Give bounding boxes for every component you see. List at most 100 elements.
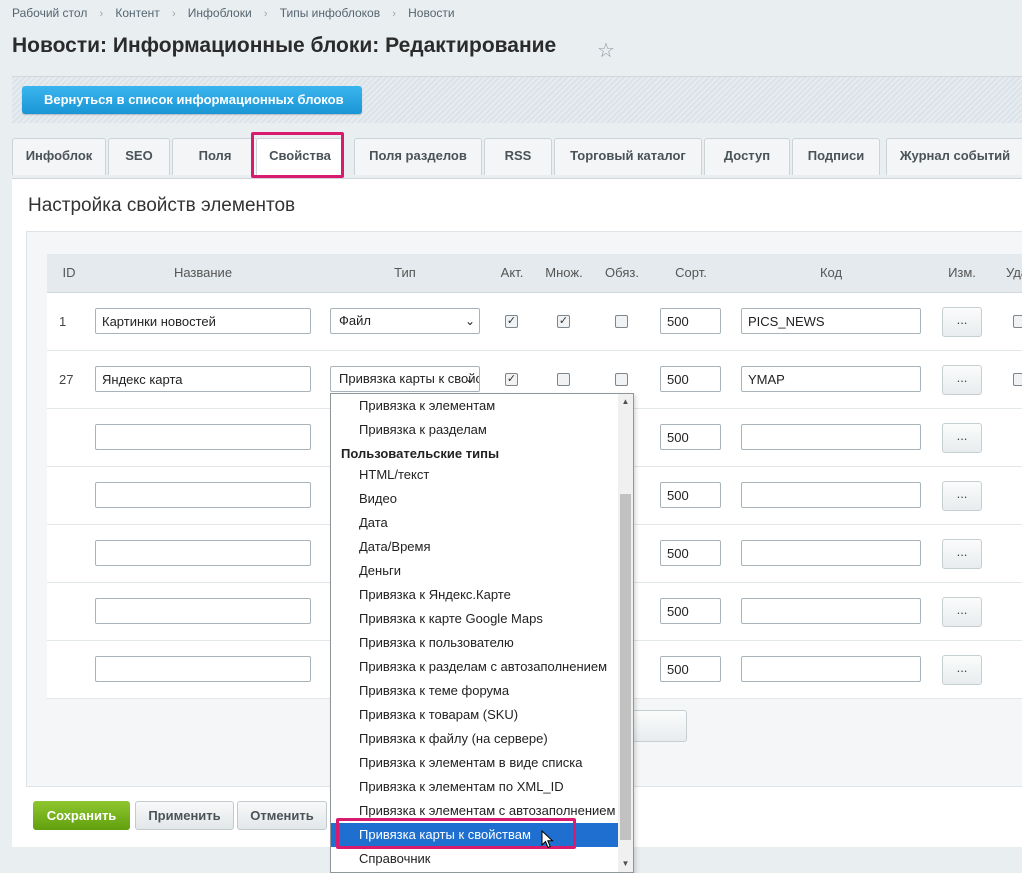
- property-name-input[interactable]: [95, 540, 311, 566]
- dropdown-option[interactable]: Привязка к элементам в виде списка: [331, 751, 619, 775]
- tab-infoblock[interactable]: Инфоблок: [12, 138, 106, 175]
- save-button[interactable]: Сохранить: [33, 801, 130, 830]
- table-header: ID Название Тип Акт. Множ. Обяз. Сорт. К…: [47, 254, 1022, 293]
- dropdown-option[interactable]: HTML/текст: [331, 463, 619, 487]
- sort-input[interactable]: 500: [660, 424, 721, 450]
- column-header: Обяз.: [605, 265, 639, 280]
- code-input[interactable]: [741, 540, 921, 566]
- active-checkbox[interactable]: ✓: [505, 373, 518, 386]
- property-name-input[interactable]: [95, 656, 311, 682]
- apply-button[interactable]: Применить: [135, 801, 234, 830]
- dropdown-option[interactable]: Привязка к карте Google Maps: [331, 607, 619, 631]
- edit-property-button[interactable]: ...: [942, 539, 982, 569]
- property-name-input[interactable]: [95, 482, 311, 508]
- edit-property-button[interactable]: ...: [942, 307, 982, 337]
- tab-properties[interactable]: Свойства: [256, 138, 344, 177]
- sort-input[interactable]: 500: [660, 598, 721, 624]
- type-dropdown-list[interactable]: Привязка к элементам Привязка к разделам…: [330, 393, 634, 873]
- column-header: Тип: [394, 265, 416, 280]
- tab-section-fields[interactable]: Поля разделов: [354, 138, 482, 175]
- dropdown-option[interactable]: Привязка к разделам: [331, 418, 619, 442]
- dropdown-option[interactable]: Привязка к теме форума: [331, 679, 619, 703]
- scrollbar-thumb[interactable]: [620, 494, 631, 840]
- tab-rss[interactable]: RSS: [484, 138, 552, 175]
- code-input[interactable]: YMAP: [741, 366, 921, 392]
- breadcrumb-item[interactable]: Типы инфоблоков: [280, 6, 380, 20]
- tab-trade-catalog[interactable]: Торговый каталог: [554, 138, 702, 175]
- code-input[interactable]: PICS_NEWS: [741, 308, 921, 334]
- multiple-checkbox[interactable]: [557, 373, 570, 386]
- tab-captions[interactable]: Подписи: [792, 138, 880, 175]
- required-checkbox[interactable]: [615, 373, 628, 386]
- breadcrumb-item[interactable]: Контент: [115, 6, 159, 20]
- star-icon[interactable]: ☆: [597, 38, 615, 63]
- column-header: Уда: [1005, 265, 1022, 280]
- toolbar: Вернуться в список информационных блоков: [12, 76, 1022, 123]
- breadcrumb-separator-icon: ›: [99, 8, 104, 20]
- chevron-down-icon: ⌄: [464, 372, 475, 386]
- page-title: Новости: Информационные блоки: Редактиро…: [12, 34, 557, 57]
- code-input[interactable]: [741, 656, 921, 682]
- code-input[interactable]: [741, 482, 921, 508]
- property-name-input[interactable]: Яндекс карта: [95, 366, 311, 392]
- tab-fields[interactable]: Поля: [172, 138, 258, 175]
- edit-property-button[interactable]: ...: [942, 481, 982, 511]
- cancel-button[interactable]: Отменить: [237, 801, 327, 830]
- breadcrumb-item[interactable]: Рабочий стол: [12, 6, 87, 20]
- required-checkbox[interactable]: [615, 315, 628, 328]
- dropdown-option[interactable]: Привязка к файлу (на сервере): [331, 727, 619, 751]
- edit-property-button[interactable]: ...: [942, 597, 982, 627]
- column-header: Акт.: [500, 265, 524, 280]
- edit-property-button[interactable]: ...: [942, 423, 982, 453]
- mouse-cursor-icon: [541, 830, 554, 849]
- column-header: Изм.: [948, 265, 976, 280]
- delete-checkbox[interactable]: [1013, 373, 1022, 386]
- tab-event-log[interactable]: Журнал событий: [886, 138, 1022, 175]
- property-id: 27: [59, 372, 74, 387]
- property-name-input[interactable]: Картинки новостей: [95, 308, 311, 334]
- property-type-select[interactable]: Привязка карты к свойствам⌄: [330, 366, 480, 392]
- property-name-input[interactable]: [95, 424, 311, 450]
- dropdown-option[interactable]: Привязка к элементам по XML_ID: [331, 775, 619, 799]
- dropdown-scrollbar[interactable]: ▲ ▼: [618, 394, 633, 872]
- dropdown-option[interactable]: Дата: [331, 511, 619, 535]
- dropdown-option[interactable]: Привязка к Яндекс.Карте: [331, 583, 619, 607]
- dropdown-option[interactable]: Справочник: [331, 847, 619, 871]
- edit-property-button[interactable]: ...: [942, 655, 982, 685]
- breadcrumb-separator-icon: ›: [392, 8, 396, 20]
- selected-type: Файл: [339, 313, 371, 328]
- back-to-list-button[interactable]: Вернуться в список информационных блоков: [22, 86, 362, 114]
- scroll-up-icon[interactable]: ▲: [618, 394, 633, 410]
- dropdown-option[interactable]: Привязка к элементам: [331, 394, 619, 418]
- property-type-select[interactable]: Файл ⌄: [330, 308, 480, 334]
- sort-input[interactable]: 500: [660, 540, 721, 566]
- tab-seo[interactable]: SEO: [108, 138, 170, 175]
- dropdown-option[interactable]: Видео: [331, 487, 619, 511]
- multiple-checkbox[interactable]: ✓: [557, 315, 570, 328]
- sort-input[interactable]: 500: [660, 656, 721, 682]
- tab-access[interactable]: Доступ: [704, 138, 790, 175]
- dropdown-option[interactable]: Дата/Время: [331, 535, 619, 559]
- delete-checkbox[interactable]: [1013, 315, 1022, 328]
- selected-type: Привязка карты к свойствам: [339, 371, 479, 386]
- column-header: Название: [173, 265, 233, 280]
- sort-input[interactable]: 500: [660, 366, 721, 392]
- sort-input[interactable]: 500: [660, 308, 721, 334]
- breadcrumb-item[interactable]: Новости: [408, 6, 454, 20]
- code-input[interactable]: [741, 424, 921, 450]
- code-input[interactable]: [741, 598, 921, 624]
- edit-property-button[interactable]: ...: [942, 365, 982, 395]
- more-rows-button[interactable]: [627, 710, 687, 742]
- dropdown-option[interactable]: Привязка к разделам с автозаполнением: [331, 655, 619, 679]
- scroll-down-icon[interactable]: ▼: [618, 856, 633, 872]
- active-checkbox[interactable]: ✓: [505, 315, 518, 328]
- dropdown-option[interactable]: Привязка к товарам (SKU): [331, 703, 619, 727]
- dropdown-option[interactable]: Привязка к пользователю: [331, 631, 619, 655]
- breadcrumb-item[interactable]: Инфоблоки: [188, 6, 252, 20]
- dropdown-option[interactable]: Деньги: [331, 559, 619, 583]
- column-header: ID: [62, 265, 76, 280]
- column-header: Множ.: [545, 265, 583, 280]
- property-name-input[interactable]: [95, 598, 311, 624]
- sort-input[interactable]: 500: [660, 482, 721, 508]
- breadcrumb-separator-icon: ›: [263, 8, 268, 20]
